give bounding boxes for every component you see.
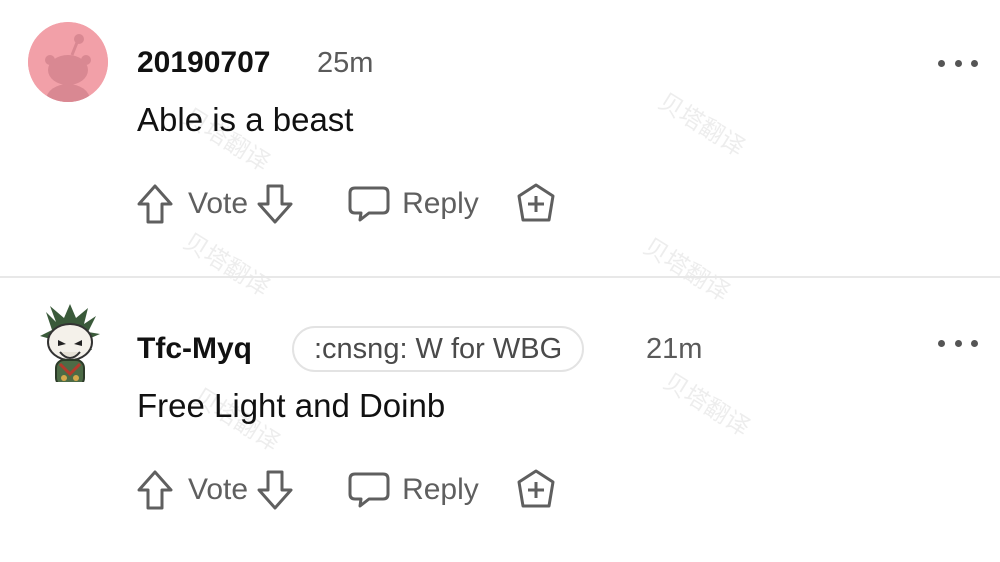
avatar[interactable] [30,302,110,382]
character-avatar-icon [40,304,100,382]
reply-bubble-icon[interactable] [346,467,392,513]
username[interactable]: 20190707 [137,46,270,80]
username[interactable]: Tfc-Myq [137,332,252,366]
reply-bubble-icon[interactable] [346,181,392,227]
reddit-snoo-avatar-icon [28,22,108,102]
comment-2: Tfc-Myq :cnsng: W for WBG 21m Free Light… [0,278,1000,562]
more-options-icon[interactable] [938,333,978,353]
avatar[interactable] [28,22,108,102]
timestamp: 21m [646,333,703,365]
downvote-arrow-icon[interactable] [254,467,296,513]
user-flair: :cnsng: W for WBG [292,326,585,372]
downvote-arrow-icon[interactable] [254,181,296,227]
vote-label: Vote [188,187,249,220]
comment-actions: Vote Reply [134,180,559,228]
award-icon[interactable] [513,181,559,227]
reply-label[interactable]: Reply [402,187,479,221]
comment-thread: 贝塔翻译 贝塔翻译 贝塔翻译 贝塔翻译 贝塔翻译 贝塔翻译 20190707 2… [0,0,1000,562]
comment-text: Free Light and Doinb [137,387,446,424]
more-options-icon[interactable] [938,53,978,73]
upvote-arrow-icon[interactable] [134,181,176,227]
reply-label[interactable]: Reply [402,473,479,507]
comment-actions: Vote Reply [134,466,559,514]
award-icon[interactable] [513,467,559,513]
timestamp: 25m [317,47,374,79]
comment-text: Able is a beast [137,101,354,138]
comment-1: 20190707 25m Able is a beast Vote Reply [0,0,1000,276]
vote-label: Vote [188,473,249,506]
upvote-arrow-icon[interactable] [134,467,176,513]
